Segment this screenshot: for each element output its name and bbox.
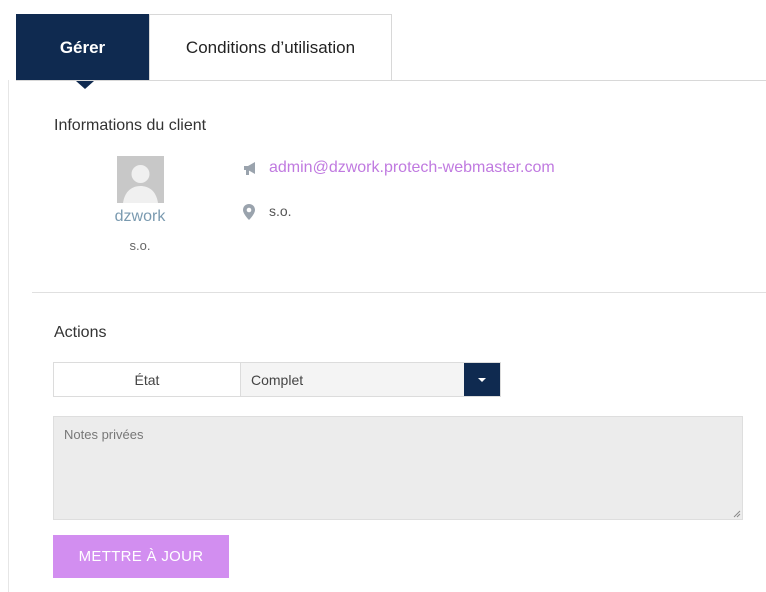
status-label: État	[54, 363, 241, 396]
left-border	[8, 80, 9, 592]
megaphone-icon	[242, 160, 260, 176]
private-notes-input[interactable]	[53, 416, 743, 520]
location-row: s.o.	[242, 203, 292, 220]
status-select[interactable]: Complet	[241, 363, 464, 396]
update-button[interactable]: METTRE À JOUR	[53, 535, 229, 578]
client-info-title: Informations du client	[54, 117, 207, 134]
username-link[interactable]: dzwork	[95, 208, 185, 226]
active-tab-caret	[76, 81, 94, 89]
email-row: admin@dzwork.protech-webmaster.com	[242, 159, 555, 177]
chevron-down-icon	[478, 377, 486, 382]
actions-title: Actions	[54, 324, 107, 341]
tab-underline	[16, 80, 766, 81]
map-pin-icon	[242, 203, 260, 220]
user-placeholder-icon	[117, 156, 164, 203]
section-divider	[32, 292, 766, 293]
client-email-link[interactable]: admin@dzwork.protech-webmaster.com	[269, 159, 555, 177]
tab-terms-label: Conditions d’utilisation	[185, 38, 356, 57]
tab-bar: Gérer Conditions d’utilisation	[16, 14, 766, 89]
tab-terms[interactable]: Conditions d’utilisation	[149, 14, 392, 81]
client-location: s.o.	[269, 203, 292, 219]
user-meta: s.o.	[129, 238, 151, 253]
status-dropdown-button[interactable]	[464, 363, 500, 396]
avatar	[117, 156, 164, 203]
status-field: État Complet	[53, 362, 501, 397]
resize-grip-icon[interactable]	[731, 508, 741, 518]
tab-manage[interactable]: Gérer	[16, 14, 149, 81]
tab-manage-label: Gérer	[59, 37, 106, 57]
